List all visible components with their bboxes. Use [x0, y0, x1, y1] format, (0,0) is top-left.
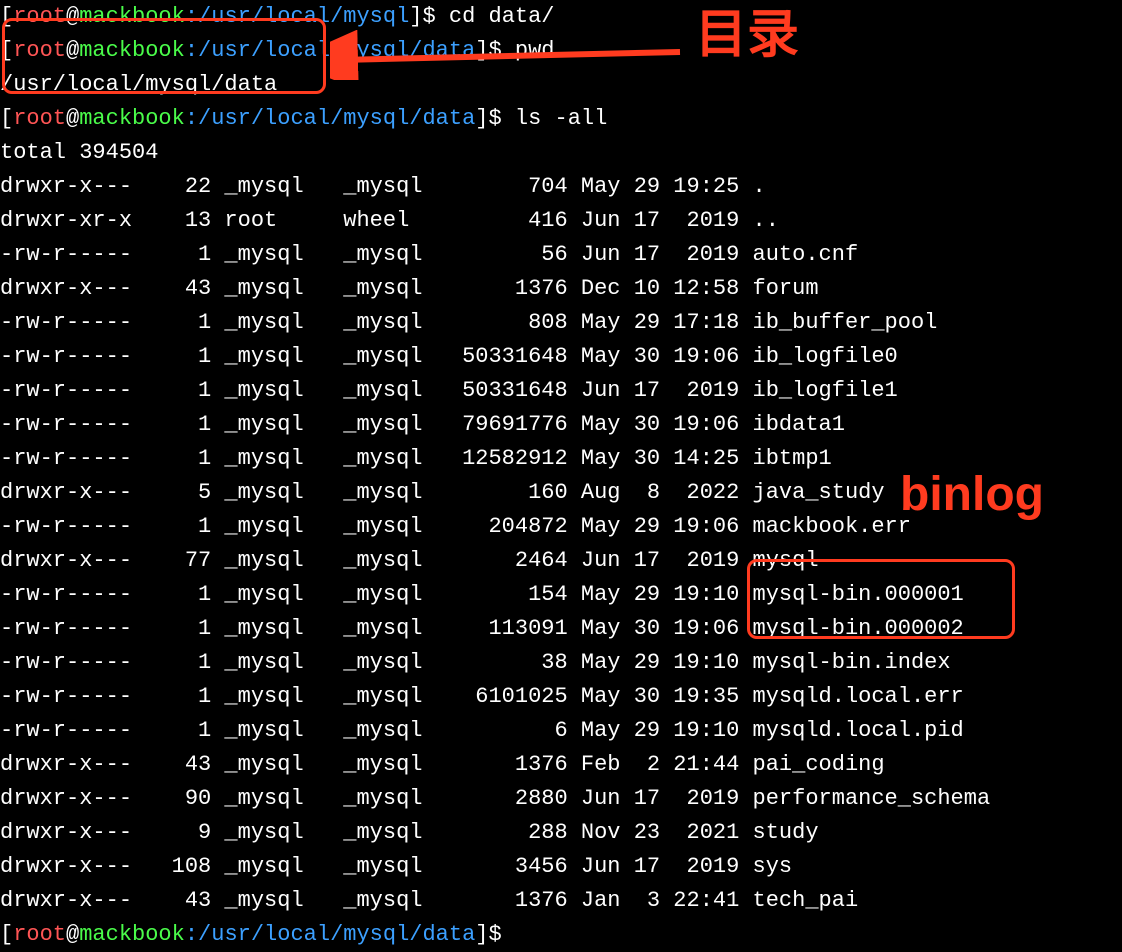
listing-row: drwxr-x--- 9 _mysql _mysql 288 Nov 23 20… — [0, 820, 819, 845]
listing-row: -rw-r----- 1 _mysql _mysql 50331648 Jun … — [0, 378, 898, 403]
listing-row: drwxr-x--- 5 _mysql _mysql 160 Aug 8 202… — [0, 480, 885, 505]
listing-row: -rw-r----- 1 _mysql _mysql 12582912 May … — [0, 446, 832, 471]
prompt-bracket: [ — [0, 922, 13, 947]
listing-row: -rw-r----- 1 _mysql _mysql 204872 May 29… — [0, 514, 911, 539]
listing-row: -rw-r----- 1 _mysql _mysql 6101025 May 3… — [0, 684, 964, 709]
prompt-dollar: $ — [422, 4, 435, 29]
listing-row: -rw-r----- 1 _mysql _mysql 79691776 May … — [0, 412, 845, 437]
ls-total: total 394504 — [0, 140, 158, 165]
cmd-cd: cd data/ — [449, 4, 555, 29]
listing-row: drwxr-x--- 43 _mysql _mysql 1376 Dec 10 … — [0, 276, 819, 301]
prompt-host: mackbook — [79, 922, 185, 947]
listing-row: drwxr-xr-x 13 root wheel 416 Jun 17 2019… — [0, 208, 779, 233]
prompt-host: mackbook — [79, 106, 185, 131]
prompt-dollar: $ — [489, 106, 502, 131]
listing-row: drwxr-x--- 22 _mysql _mysql 704 May 29 1… — [0, 174, 766, 199]
prompt-path: /usr/local/mysql/data — [198, 922, 475, 947]
prompt-path: /usr/local/mysql/data — [198, 106, 475, 131]
listing-row: -rw-r----- 1 _mysql _mysql 38 May 29 19:… — [0, 650, 951, 675]
listing-row: -rw-r----- 1 _mysql _mysql 808 May 29 17… — [0, 310, 937, 335]
prompt-at: @ — [66, 106, 79, 131]
prompt-user: root — [13, 922, 66, 947]
prompt-colon: : — [185, 922, 198, 947]
prompt-at: @ — [66, 922, 79, 947]
prompt-bracket-close: ] — [475, 106, 488, 131]
prompt-user: root — [13, 106, 66, 131]
cmd-ls: ls -all — [515, 106, 607, 131]
prompt-bracket: [ — [0, 106, 13, 131]
listing-row: drwxr-x--- 90 _mysql _mysql 2880 Jun 17 … — [0, 786, 990, 811]
listing-row: -rw-r----- 1 _mysql _mysql 50331648 May … — [0, 344, 898, 369]
prompt-bracket-close: ] — [475, 922, 488, 947]
annotation-label-directory: 目录 — [695, 18, 799, 52]
prompt-dollar: $ — [489, 922, 502, 947]
annotation-box-binlog — [747, 559, 1015, 639]
prompt-colon: : — [185, 106, 198, 131]
listing-row: -rw-r----- 1 _mysql _mysql 56 Jun 17 201… — [0, 242, 858, 267]
listing-row: drwxr-x--- 43 _mysql _mysql 1376 Jan 3 2… — [0, 888, 858, 913]
annotation-label-binlog: binlog — [900, 478, 1044, 512]
listing-row: -rw-r----- 1 _mysql _mysql 6 May 29 19:1… — [0, 718, 964, 743]
listing-row: drwxr-x--- 77 _mysql _mysql 2464 Jun 17 … — [0, 548, 819, 573]
annotation-arrow-icon — [330, 30, 690, 80]
annotation-box-directory — [2, 18, 326, 94]
listing-row: drwxr-x--- 108 _mysql _mysql 3456 Jun 17… — [0, 854, 792, 879]
listing-row: drwxr-x--- 43 _mysql _mysql 1376 Feb 2 2… — [0, 752, 885, 777]
prompt-bracket-close: ] — [409, 4, 422, 29]
